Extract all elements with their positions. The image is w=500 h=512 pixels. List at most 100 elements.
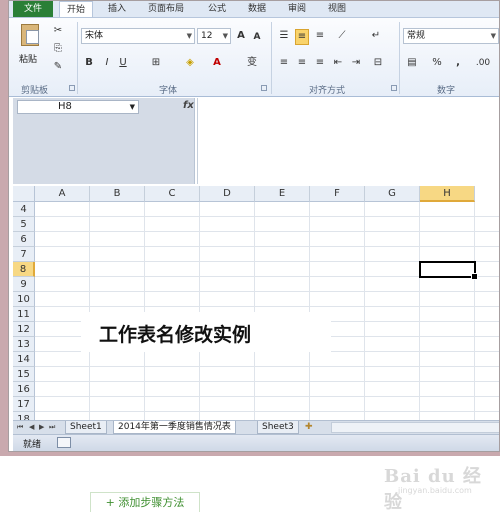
font-size-value: 12 bbox=[201, 31, 213, 41]
paste-sheet-icon bbox=[26, 30, 39, 44]
tab-review[interactable]: 审阅 bbox=[281, 1, 313, 17]
prev-sheet-icon[interactable]: ◀ bbox=[29, 421, 34, 434]
row-header-16[interactable]: 16 bbox=[13, 382, 35, 397]
row-header-6[interactable]: 6 bbox=[13, 232, 35, 247]
phonetic-button[interactable]: 变 bbox=[245, 56, 259, 70]
font-name-value: 宋体 bbox=[85, 31, 104, 41]
italic-button[interactable]: I bbox=[101, 56, 113, 70]
next-sheet-icon[interactable]: ▶ bbox=[39, 421, 44, 434]
gridline bbox=[35, 231, 499, 232]
column-header-f[interactable]: F bbox=[310, 186, 365, 202]
row-header-5[interactable]: 5 bbox=[13, 217, 35, 232]
orientation-icon[interactable]: ⟋ bbox=[333, 29, 351, 43]
increase-indent-icon[interactable]: ⇥ bbox=[349, 56, 363, 70]
insert-sheet-icon[interactable]: ✚ bbox=[305, 421, 319, 434]
tab-page-layout[interactable]: 页面布局 bbox=[141, 1, 191, 17]
cut-icon[interactable]: ✂ bbox=[51, 24, 65, 38]
row-header-4[interactable]: 4 bbox=[13, 202, 35, 217]
gridline bbox=[364, 202, 365, 420]
gridline bbox=[474, 202, 475, 420]
chevron-down-icon: ▼ bbox=[129, 103, 135, 111]
format-painter-icon[interactable]: ✎ bbox=[51, 60, 65, 74]
horizontal-scrollbar[interactable] bbox=[331, 422, 499, 433]
formula-input[interactable] bbox=[197, 98, 499, 184]
last-sheet-icon[interactable]: ⏭ bbox=[49, 421, 55, 434]
sheet-tab-sheet3[interactable]: Sheet3 bbox=[257, 421, 299, 434]
row-header-8[interactable]: 8 bbox=[13, 262, 35, 277]
border-icon[interactable]: ⊞ bbox=[149, 56, 163, 70]
font-color-button[interactable]: A bbox=[211, 56, 223, 70]
tab-view[interactable]: 视图 bbox=[321, 1, 353, 17]
select-all-corner[interactable] bbox=[13, 186, 35, 202]
tab-data[interactable]: 数据 bbox=[241, 1, 273, 17]
sheet-tab-sheet1[interactable]: Sheet1 bbox=[65, 421, 107, 434]
gridline bbox=[89, 202, 90, 420]
comma-button[interactable]: , bbox=[453, 56, 463, 70]
function-icon[interactable]: fx bbox=[183, 100, 194, 111]
column-header-c[interactable]: C bbox=[145, 186, 200, 202]
row-header-10[interactable]: 10 bbox=[13, 292, 35, 307]
macro-record-icon[interactable] bbox=[57, 437, 71, 448]
alignment-launcher-icon[interactable] bbox=[391, 85, 397, 91]
increase-decimal-button[interactable]: .00 bbox=[471, 56, 495, 70]
align-right-icon[interactable]: ≡ bbox=[313, 56, 327, 70]
row-header-12[interactable]: 12 bbox=[13, 322, 35, 337]
ribbon: 粘贴 ✂ ⎘ ✎ 剪贴板 宋体 ▼ 12 ▼ A A B I U ⊞ ◈ A 变 字… bbox=[9, 17, 499, 97]
currency-icon[interactable]: ▤ bbox=[405, 56, 419, 70]
align-middle-icon[interactable]: ≡ bbox=[295, 29, 309, 45]
font-name-select[interactable]: 宋体 ▼ bbox=[81, 28, 195, 44]
column-header-h[interactable]: H bbox=[420, 186, 475, 202]
gridline bbox=[35, 306, 499, 307]
gridline bbox=[35, 216, 499, 217]
first-sheet-icon[interactable]: ⏮ bbox=[17, 421, 23, 434]
row-header-15[interactable]: 15 bbox=[13, 367, 35, 382]
font-launcher-icon[interactable] bbox=[261, 85, 267, 91]
paste-label: 粘贴 bbox=[19, 55, 38, 65]
paste-button[interactable]: 粘贴 bbox=[17, 22, 43, 80]
column-header-a[interactable]: A bbox=[35, 186, 90, 202]
align-bottom-icon[interactable]: ≡ bbox=[313, 29, 327, 43]
active-cell[interactable] bbox=[419, 261, 478, 280]
row-header-7[interactable]: 7 bbox=[13, 247, 35, 262]
group-label-clipboard: 剪贴板 bbox=[21, 86, 49, 96]
row-header-14[interactable]: 14 bbox=[13, 352, 35, 367]
clipboard-launcher-icon[interactable] bbox=[69, 85, 75, 91]
gridline bbox=[144, 202, 145, 420]
fill-color-icon[interactable]: ◈ bbox=[183, 56, 197, 70]
gridline bbox=[419, 202, 420, 420]
decrease-indent-icon[interactable]: ⇤ bbox=[331, 56, 345, 70]
tab-formulas[interactable]: 公式 bbox=[201, 1, 233, 17]
tab-file[interactable]: 文件 bbox=[13, 1, 53, 17]
align-center-icon[interactable]: ≡ bbox=[295, 56, 309, 70]
name-box[interactable]: H8 ▼ bbox=[17, 100, 139, 114]
column-header-g[interactable]: G bbox=[365, 186, 420, 202]
add-step-button[interactable]: + 添加步骤方法 bbox=[90, 492, 200, 512]
row-header-17[interactable]: 17 bbox=[13, 397, 35, 412]
shrink-font-button[interactable]: A bbox=[251, 30, 263, 44]
copy-icon[interactable]: ⎘ bbox=[51, 42, 65, 56]
column-header-d[interactable]: D bbox=[200, 186, 255, 202]
grow-font-button[interactable]: A bbox=[235, 29, 247, 43]
bold-button[interactable]: B bbox=[83, 56, 95, 70]
align-left-icon[interactable]: ≡ bbox=[277, 56, 291, 70]
percent-button[interactable]: % bbox=[431, 56, 443, 70]
chevron-down-icon: ▼ bbox=[222, 32, 228, 40]
column-header-e[interactable]: E bbox=[255, 186, 310, 202]
number-format-value: 常规 bbox=[407, 31, 426, 41]
align-top-icon[interactable]: ☰ bbox=[277, 29, 291, 43]
row-header-18[interactable]: 18 bbox=[13, 412, 35, 420]
tab-insert[interactable]: 插入 bbox=[101, 1, 133, 17]
number-format-select[interactable]: 常规 ▼ bbox=[403, 28, 499, 44]
tab-home[interactable]: 开始 bbox=[59, 1, 93, 18]
row-header-9[interactable]: 9 bbox=[13, 277, 35, 292]
worksheet-grid[interactable]: A B C D E F G H 4 5 6 7 8 9 10 11 12 13 14 15 16 17 18 工作表名修改实… bbox=[13, 186, 499, 420]
sheet-tab-sales[interactable]: 2014年第一季度销售情况表 bbox=[113, 421, 236, 434]
row-header-11[interactable]: 11 bbox=[13, 307, 35, 322]
row-header-13[interactable]: 13 bbox=[13, 337, 35, 352]
merge-center-icon[interactable]: ⊟ bbox=[371, 56, 385, 70]
sheet-tab-bar: ⏮ ◀ ▶ ⏭ Sheet1 2014年第一季度销售情况表 Sheet3 ✚ bbox=[13, 420, 499, 434]
font-size-select[interactable]: 12 ▼ bbox=[197, 28, 231, 44]
column-header-b[interactable]: B bbox=[90, 186, 145, 202]
underline-button[interactable]: U bbox=[117, 56, 129, 70]
wrap-text-icon[interactable]: ↵ bbox=[369, 29, 383, 43]
